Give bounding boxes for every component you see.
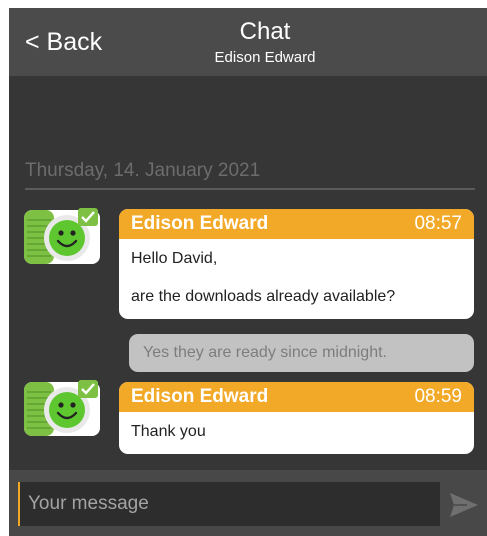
message-text: Hello David, bbox=[131, 250, 218, 267]
message-input[interactable] bbox=[18, 482, 440, 526]
back-button[interactable]: < Back bbox=[25, 28, 102, 57]
message-body: Thank you bbox=[119, 412, 474, 454]
message-text: are the downloads already available? bbox=[131, 288, 396, 305]
date-separator: Thursday, 14. January 2021 bbox=[25, 160, 475, 190]
page-subtitle: Edison Edward bbox=[214, 49, 316, 66]
incoming-message[interactable]: Edison Edward 08:59 Thank you bbox=[119, 382, 474, 454]
send-arrow-icon[interactable] bbox=[449, 492, 479, 518]
title-block: Chat Edison Edward bbox=[159, 18, 371, 68]
sender-avatar-icon[interactable] bbox=[23, 208, 101, 266]
sender-avatar-icon[interactable] bbox=[23, 380, 101, 438]
page-title: Chat bbox=[239, 18, 291, 45]
message-time: 08:57 bbox=[414, 213, 462, 234]
message-time: 08:59 bbox=[414, 386, 462, 407]
composer-bar bbox=[9, 470, 487, 536]
message-header: Edison Edward 08:59 bbox=[119, 382, 474, 412]
message-sender: Edison Edward bbox=[131, 386, 269, 407]
message-header: Edison Edward 08:57 bbox=[119, 209, 474, 239]
message-text: Thank you bbox=[131, 423, 206, 440]
chat-screen: < Back Chat Edison Edward Thursday, 14. … bbox=[9, 8, 487, 536]
outgoing-message[interactable]: Yes they are ready since midnight. bbox=[129, 334, 474, 372]
incoming-message[interactable]: Edison Edward 08:57 Hello David, are the… bbox=[119, 209, 474, 319]
header-bar: < Back Chat Edison Edward bbox=[9, 8, 487, 76]
message-body: Hello David, are the downloads already a… bbox=[119, 239, 474, 319]
message-sender: Edison Edward bbox=[131, 213, 269, 234]
